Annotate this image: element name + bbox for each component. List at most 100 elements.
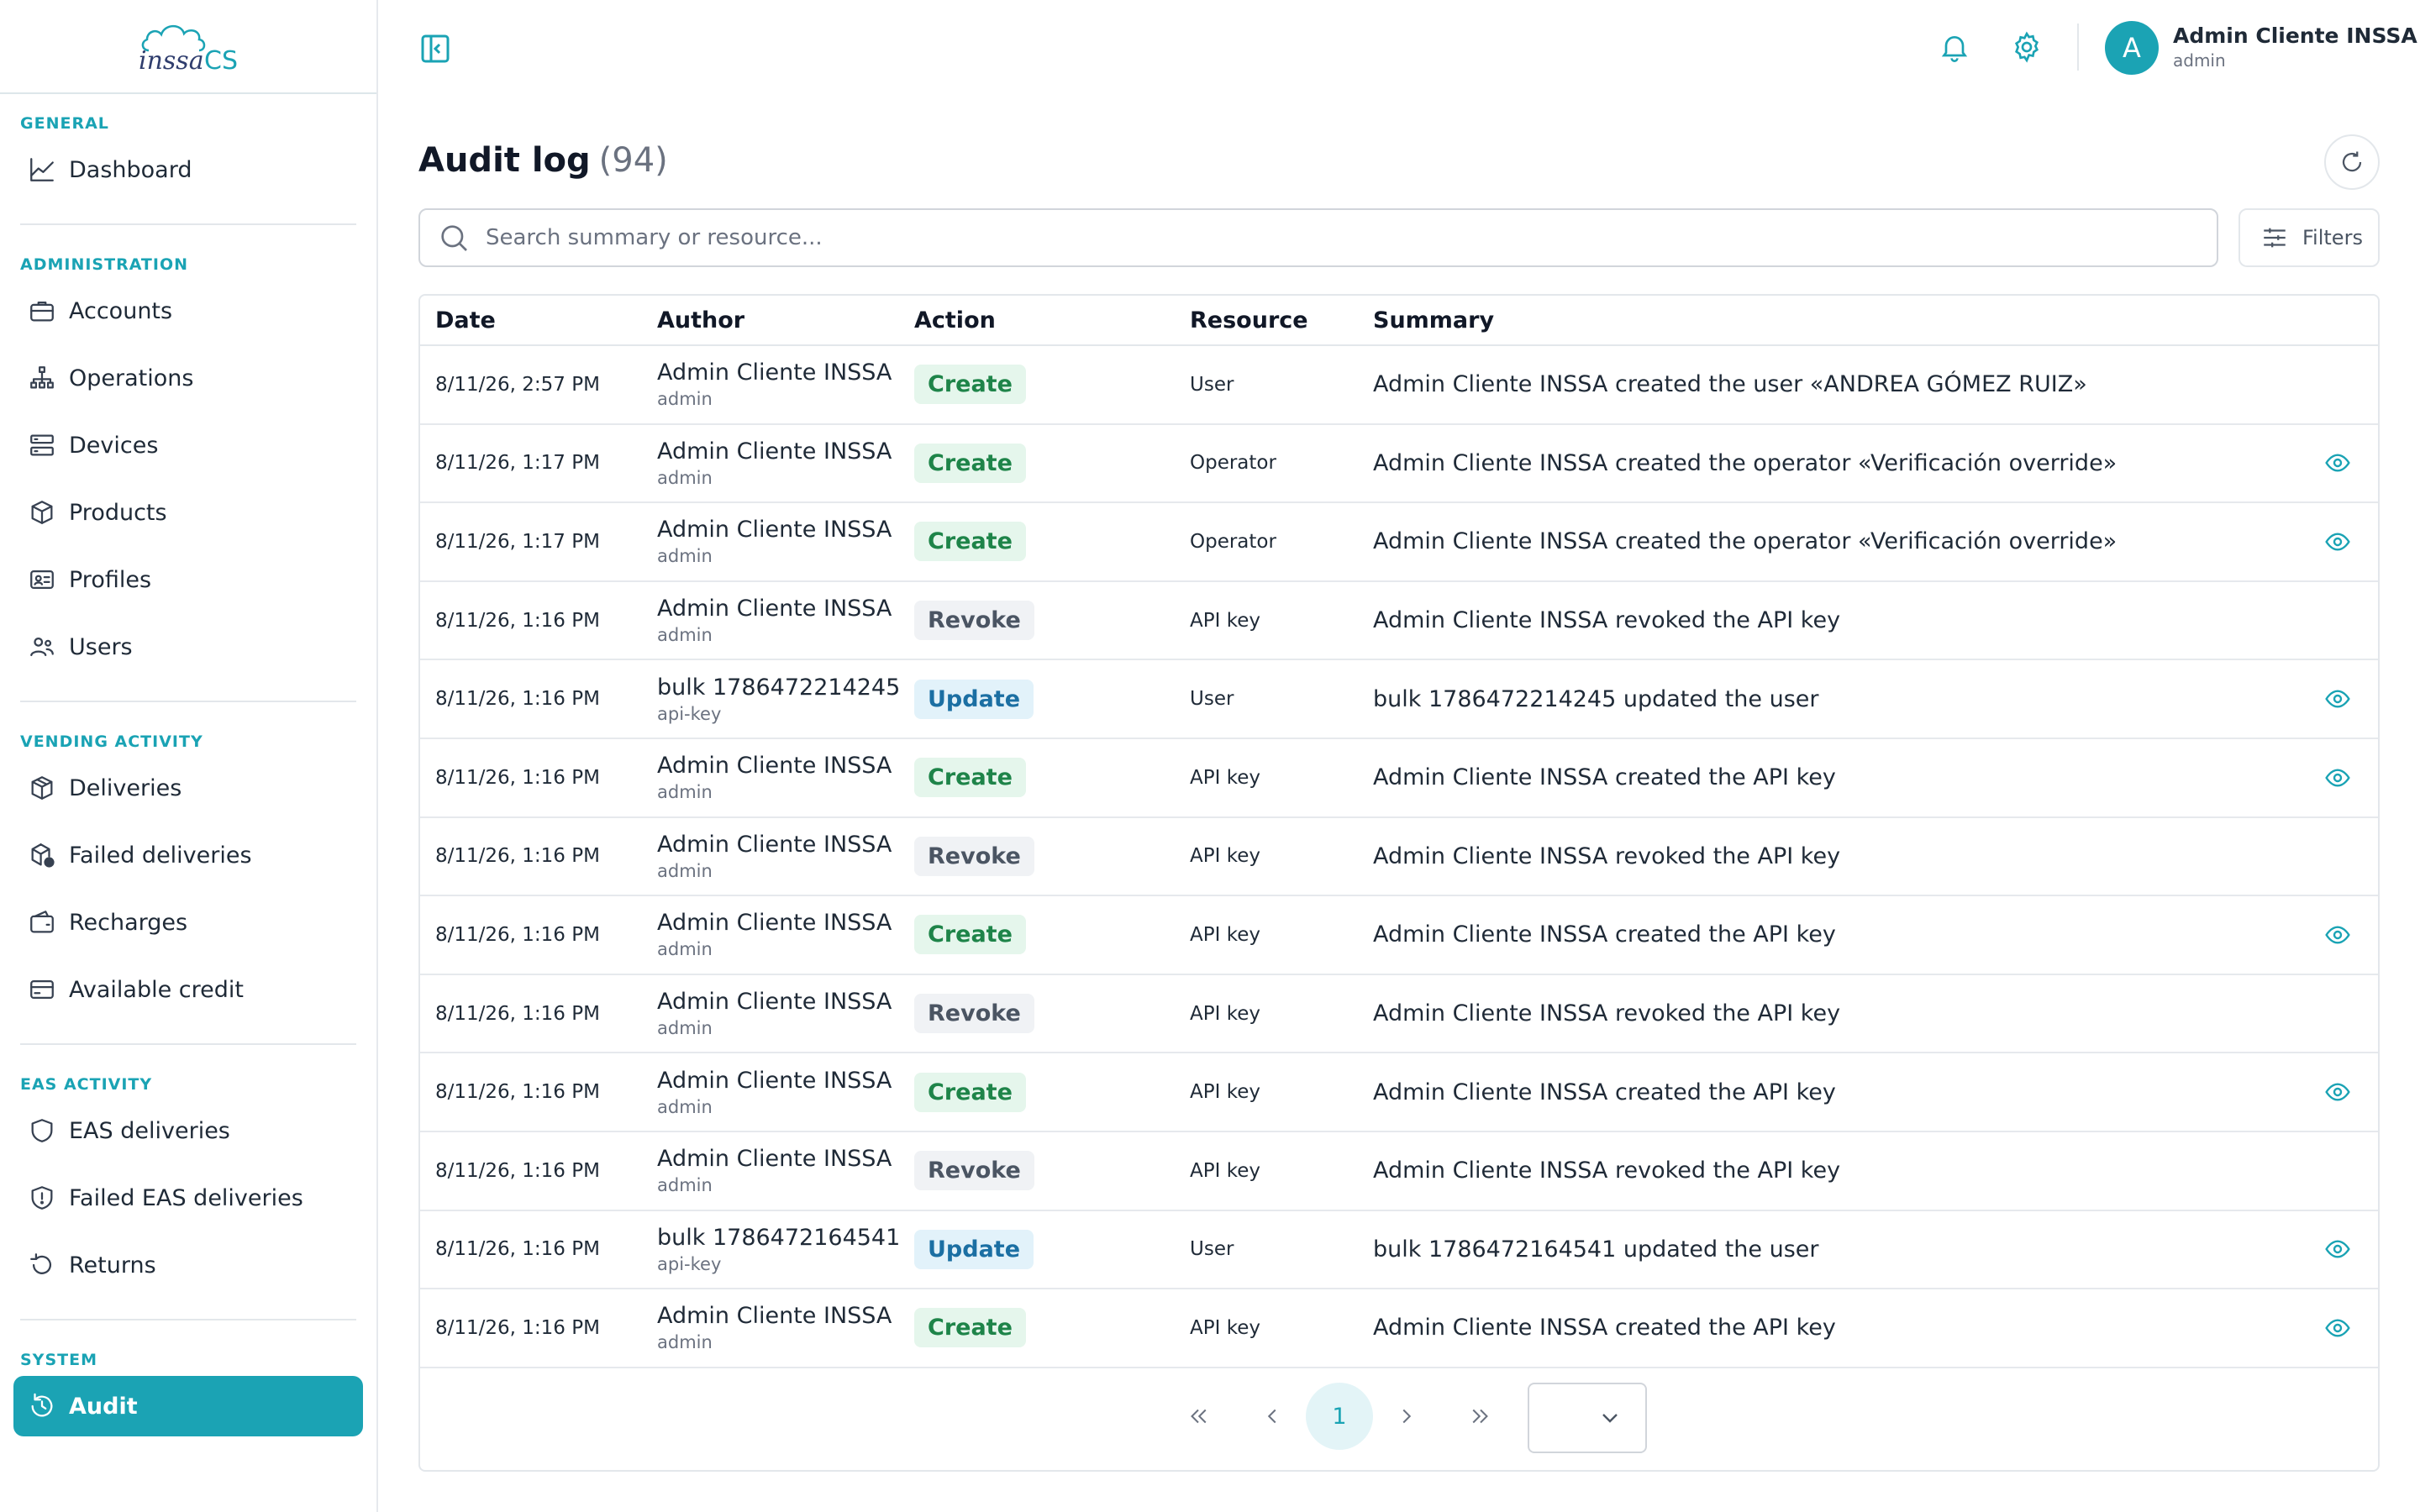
sidebar-item-failed-eas-deliveries[interactable]: Failed EAS deliveries [13,1168,363,1228]
row-author: Admin Cliente INSSA admin [657,910,892,959]
row-summary: Admin Cliente INSSA created the user «AN… [1373,371,2087,398]
page-title-text: Audit log [418,141,591,180]
table-row[interactable]: 8/11/26, 1:16 PM bulk 1786472214245 api-ke… [420,660,2378,739]
view-details-eye-icon[interactable] [2324,764,2351,791]
row-date: 8/11/26, 1:16 PM [435,1002,600,1025]
view-details-eye-icon[interactable] [2324,1079,2351,1105]
pagination: 1 [420,1366,2378,1470]
sidebar-item-label: Devices [69,432,159,459]
last-page-button[interactable] [1455,1391,1506,1441]
sidebar-item-audit[interactable]: Audit [13,1376,363,1436]
sidebar-section-system: SYSTEM [20,1351,97,1369]
view-details-eye-icon[interactable] [2324,1236,2351,1263]
row-action: Revoke [914,994,1034,1034]
refresh-button[interactable] [2324,134,2380,190]
sliders-icon [2264,228,2286,248]
column-header-date[interactable]: Date [435,307,496,333]
record-count: (94) [598,141,668,180]
search-input[interactable] [486,225,2166,250]
table-row[interactable]: 8/11/26, 1:16 PM Admin Cliente INSSA admin… [420,818,2378,897]
row-resource: User [1190,1238,1234,1261]
author-role: admin [657,1018,713,1039]
author-name: Admin Cliente INSSA [657,438,892,465]
author-role: admin [657,1332,713,1353]
filters-button[interactable]: Filters [2238,208,2380,267]
sidebar-item-operations[interactable]: Operations [13,348,363,408]
column-header-action[interactable]: Action [914,307,996,333]
action-badge: Create [914,365,1026,405]
table-row[interactable]: 8/11/26, 1:16 PM Admin Cliente INSSA admin… [420,1289,2378,1368]
action-badge: Create [914,915,1026,955]
row-resource: API key [1190,845,1260,868]
view-details-eye-icon[interactable] [2324,528,2351,555]
row-author: Admin Cliente INSSA admin [657,989,892,1038]
view-details-eye-icon[interactable] [2324,921,2351,948]
row-action: Revoke [914,601,1034,641]
row-summary: Admin Cliente INSSA created the operator… [1373,528,2118,555]
notifications-bell-icon[interactable] [1938,30,1971,64]
column-header-author[interactable]: Author [657,307,744,333]
row-date: 8/11/26, 1:16 PM [435,609,600,632]
table-row[interactable]: 8/11/26, 1:16 PM Admin Cliente INSSA admin… [420,582,2378,661]
author-name: Admin Cliente INSSA [657,1067,892,1094]
user-name[interactable]: Admin Cliente INSSA [2173,24,2417,48]
row-date: 8/11/26, 1:16 PM [435,1081,600,1104]
author-name: Admin Cliente INSSA [657,517,892,543]
table-row[interactable]: 8/11/26, 1:16 PM bulk 1786472164541 api-ke… [420,1211,2378,1290]
sidebar-item-profiles[interactable]: Profiles [13,549,363,610]
sidebar-collapse-icon[interactable] [418,32,452,66]
sidebar-item-returns[interactable]: Returns [13,1235,363,1295]
settings-gear-icon[interactable] [2010,30,2044,64]
author-name: Admin Cliente INSSA [657,831,892,858]
first-page-button[interactable] [1173,1391,1223,1441]
row-date: 8/11/26, 1:16 PM [435,1159,600,1182]
package-icon [25,771,59,805]
search-icon [441,225,467,251]
table-row[interactable]: 8/11/26, 2:57 PM Admin Cliente INSSA admin… [420,346,2378,425]
sidebar-item-available-credit[interactable]: Available credit [13,959,363,1020]
shield-icon [25,1114,59,1147]
sidebar-item-label: Products [69,499,167,526]
row-summary: bulk 1786472164541 updated the user [1373,1236,1819,1263]
view-details-eye-icon[interactable] [2324,685,2351,712]
shield-alert-icon [25,1181,59,1215]
search-box[interactable] [418,208,2218,267]
table-row[interactable]: 8/11/26, 1:16 PM Admin Cliente INSSA admin… [420,896,2378,975]
prev-page-button[interactable] [1247,1391,1297,1441]
sidebar-nav: GENERAL Dashboard ADMINISTRATION Accounts Op… [0,114,376,1436]
table-row[interactable]: 8/11/26, 1:16 PM Admin Cliente INSSA admin… [420,1132,2378,1211]
table-row[interactable]: 8/11/26, 1:17 PM Admin Cliente INSSA admin… [420,425,2378,504]
sidebar-section-eas-activity: EAS ACTIVITY [20,1075,153,1094]
author-role: api-key [657,1253,722,1274]
user-avatar[interactable]: A [2105,21,2159,75]
sidebar-item-devices[interactable]: Devices [13,415,363,475]
table-body: 8/11/26, 2:57 PM Admin Cliente INSSA admin… [420,346,2378,1368]
sidebar-item-products[interactable]: Products [13,482,363,543]
row-author: Admin Cliente INSSA admin [657,1068,892,1117]
view-details-eye-icon[interactable] [2324,1315,2351,1341]
table-row[interactable]: 8/11/26, 1:17 PM Admin Cliente INSSA admin… [420,503,2378,582]
next-page-button[interactable] [1381,1391,1432,1441]
audit-table: Date Author Action Resource Summary 8/11… [418,294,2380,1472]
table-row[interactable]: 8/11/26, 1:16 PM Admin Cliente INSSA admin… [420,739,2378,818]
page-size-select[interactable] [1528,1383,1647,1453]
column-header-summary[interactable]: Summary [1373,307,1494,333]
sidebar-item-eas-deliveries[interactable]: EAS deliveries [13,1100,363,1161]
current-page-button[interactable]: 1 [1306,1383,1373,1450]
sidebar-item-accounts[interactable]: Accounts [13,281,363,341]
row-date: 8/11/26, 1:16 PM [435,845,600,868]
author-name: Admin Cliente INSSA [657,596,892,622]
row-author: bulk 1786472164541 api-key [657,1225,900,1274]
sidebar-item-deliveries[interactable]: Deliveries [13,758,363,818]
table-row[interactable]: 8/11/26, 1:16 PM Admin Cliente INSSA admin… [420,975,2378,1054]
sidebar-item-recharges[interactable]: Recharges [13,892,363,953]
sidebar-item-failed-deliveries[interactable]: Failed deliveries [13,825,363,885]
sidebar-item-users[interactable]: Users [13,617,363,677]
sidebar-item-dashboard[interactable]: Dashboard [13,139,363,200]
table-row[interactable]: 8/11/26, 1:16 PM Admin Cliente INSSA admin… [420,1053,2378,1132]
column-header-resource[interactable]: Resource [1190,307,1308,333]
sitemap-icon [25,361,59,395]
author-name: Admin Cliente INSSA [657,910,892,937]
brand-logo[interactable]: inssa CS [0,0,376,94]
view-details-eye-icon[interactable] [2324,449,2351,476]
